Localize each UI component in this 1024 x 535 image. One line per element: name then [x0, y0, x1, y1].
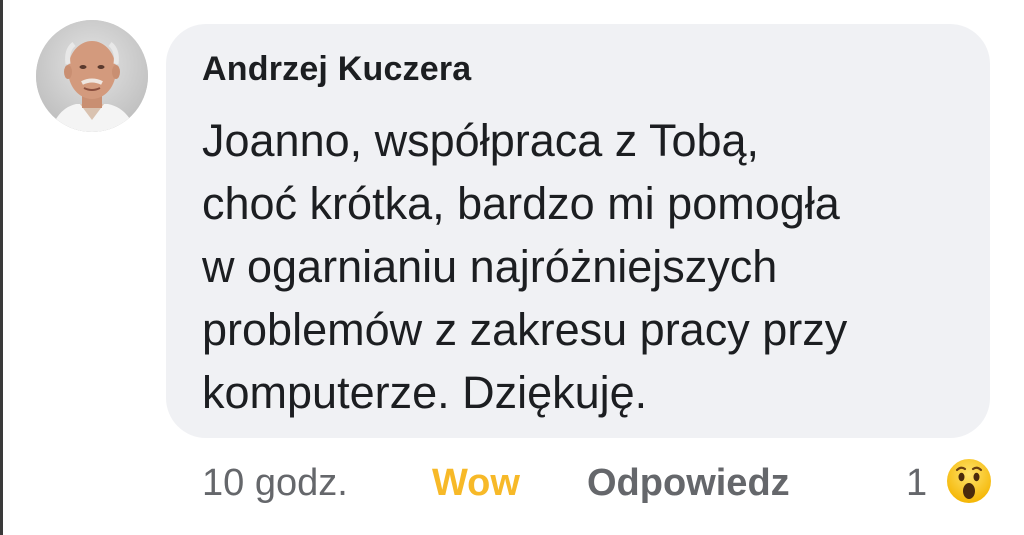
comment-text-line: komputerze. Dziękuję. — [202, 367, 648, 418]
window-edge — [0, 0, 3, 535]
comment-text-line: Joanno, współpraca z Tobą, — [202, 115, 760, 166]
avatar-photo — [36, 20, 148, 132]
wow-emoji-icon — [945, 457, 993, 505]
comment-text-line: choć krótka, bardzo mi pomogła — [202, 178, 840, 229]
reaction-count: 1 — [906, 462, 928, 504]
reply-button[interactable]: Odpowiedz — [587, 462, 790, 505]
comment-text-line: problemów z zakresu pracy przy — [202, 304, 848, 355]
comment-author-name[interactable]: Andrzej Kuczera — [202, 50, 471, 89]
comment-text-line: w ogarnianiu najróżniejszych — [202, 241, 778, 292]
comment-timestamp: 10 godz. — [202, 462, 348, 504]
wow-reaction-button[interactable]: Wow — [432, 462, 520, 505]
comment-text: Joanno, współpraca z Tobą, choć krótka, … — [202, 109, 972, 424]
avatar[interactable] — [36, 20, 148, 132]
